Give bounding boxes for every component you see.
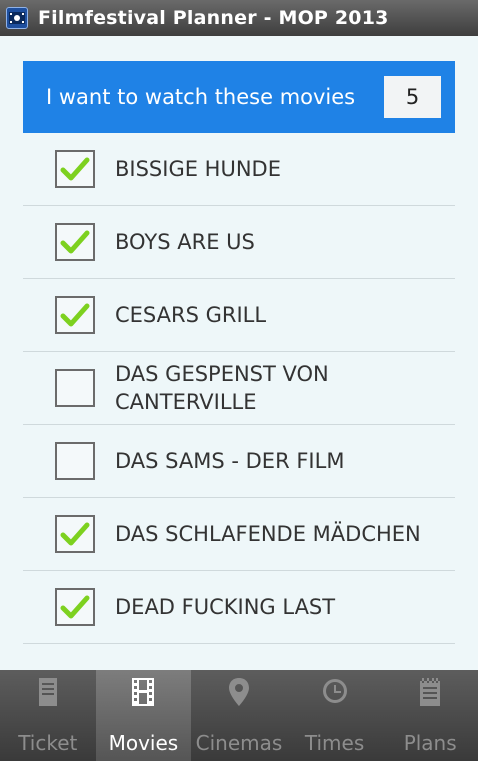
movie-title: CESARS GRILL bbox=[115, 303, 267, 327]
title-bar: Filmfestival Planner - MOP 2013 bbox=[0, 0, 478, 36]
movie-checkbox[interactable] bbox=[55, 296, 95, 334]
movie-checkbox[interactable] bbox=[55, 369, 95, 407]
movie-row[interactable]: BOYS ARE US bbox=[23, 206, 455, 279]
movie-row[interactable]: DAS SAMS - DER FILM bbox=[23, 425, 455, 498]
tab-plans[interactable]: Plans bbox=[382, 670, 478, 761]
movie-checkbox[interactable] bbox=[55, 588, 95, 626]
movie-title: DEAD FUCKING LAST bbox=[115, 595, 336, 619]
movie-list: BISSIGE HUNDE BOYS ARE US CESARS GRILL D… bbox=[23, 133, 455, 644]
movie-title: DAS SAMS - DER FILM bbox=[115, 449, 345, 473]
movie-row[interactable]: BISSIGE HUNDE bbox=[23, 133, 455, 206]
checkmark-icon bbox=[60, 230, 90, 254]
checkmark-icon bbox=[60, 595, 90, 619]
movie-row[interactable]: CESARS GRILL bbox=[23, 279, 455, 352]
bottom-tab-bar: Ticket Movies Cinemas Times Plans bbox=[0, 670, 478, 761]
selected-count-badge: 5 bbox=[384, 76, 441, 118]
movie-row[interactable]: DAS GESPENST VON CANTERVILLE bbox=[23, 352, 455, 425]
movie-row[interactable]: DEAD FUCKING LAST bbox=[23, 571, 455, 644]
tab-label: Times bbox=[304, 731, 365, 755]
movie-checkbox[interactable] bbox=[55, 515, 95, 553]
app-title: Filmfestival Planner - MOP 2013 bbox=[38, 7, 389, 29]
tab-times[interactable]: Times bbox=[287, 670, 383, 761]
movie-title: DAS GESPENST VON CANTERVILLE bbox=[115, 362, 329, 414]
clock-icon bbox=[322, 679, 347, 703]
film-icon bbox=[132, 678, 155, 706]
checkmark-icon bbox=[60, 303, 90, 327]
movie-title: BOYS ARE US bbox=[115, 230, 255, 254]
tab-label: Movies bbox=[108, 731, 179, 755]
tab-label: Ticket bbox=[18, 731, 78, 755]
movie-checkbox[interactable] bbox=[55, 223, 95, 261]
notepad-icon bbox=[420, 678, 441, 706]
app-logo-icon bbox=[6, 7, 28, 29]
movie-checkbox[interactable] bbox=[55, 442, 95, 480]
movie-checkbox[interactable] bbox=[55, 150, 95, 188]
tab-label: Plans bbox=[403, 731, 457, 755]
checkmark-icon bbox=[60, 157, 90, 181]
watchlist-header: I want to watch these movies 5 bbox=[23, 61, 455, 133]
movie-row[interactable]: DAS SCHLAFENDE MÄDCHEN bbox=[23, 498, 455, 571]
location-pin-icon bbox=[228, 678, 249, 706]
checkmark-icon bbox=[60, 522, 90, 546]
tab-ticket[interactable]: Ticket bbox=[0, 670, 96, 761]
tab-cinemas[interactable]: Cinemas bbox=[191, 670, 287, 761]
tab-label: Cinemas bbox=[195, 731, 283, 755]
ticket-icon bbox=[38, 678, 57, 706]
movie-title: BISSIGE HUNDE bbox=[115, 157, 281, 181]
header-label: I want to watch these movies bbox=[46, 85, 356, 109]
movie-title: DAS SCHLAFENDE MÄDCHEN bbox=[115, 522, 421, 546]
tab-movies[interactable]: Movies bbox=[95, 670, 192, 761]
